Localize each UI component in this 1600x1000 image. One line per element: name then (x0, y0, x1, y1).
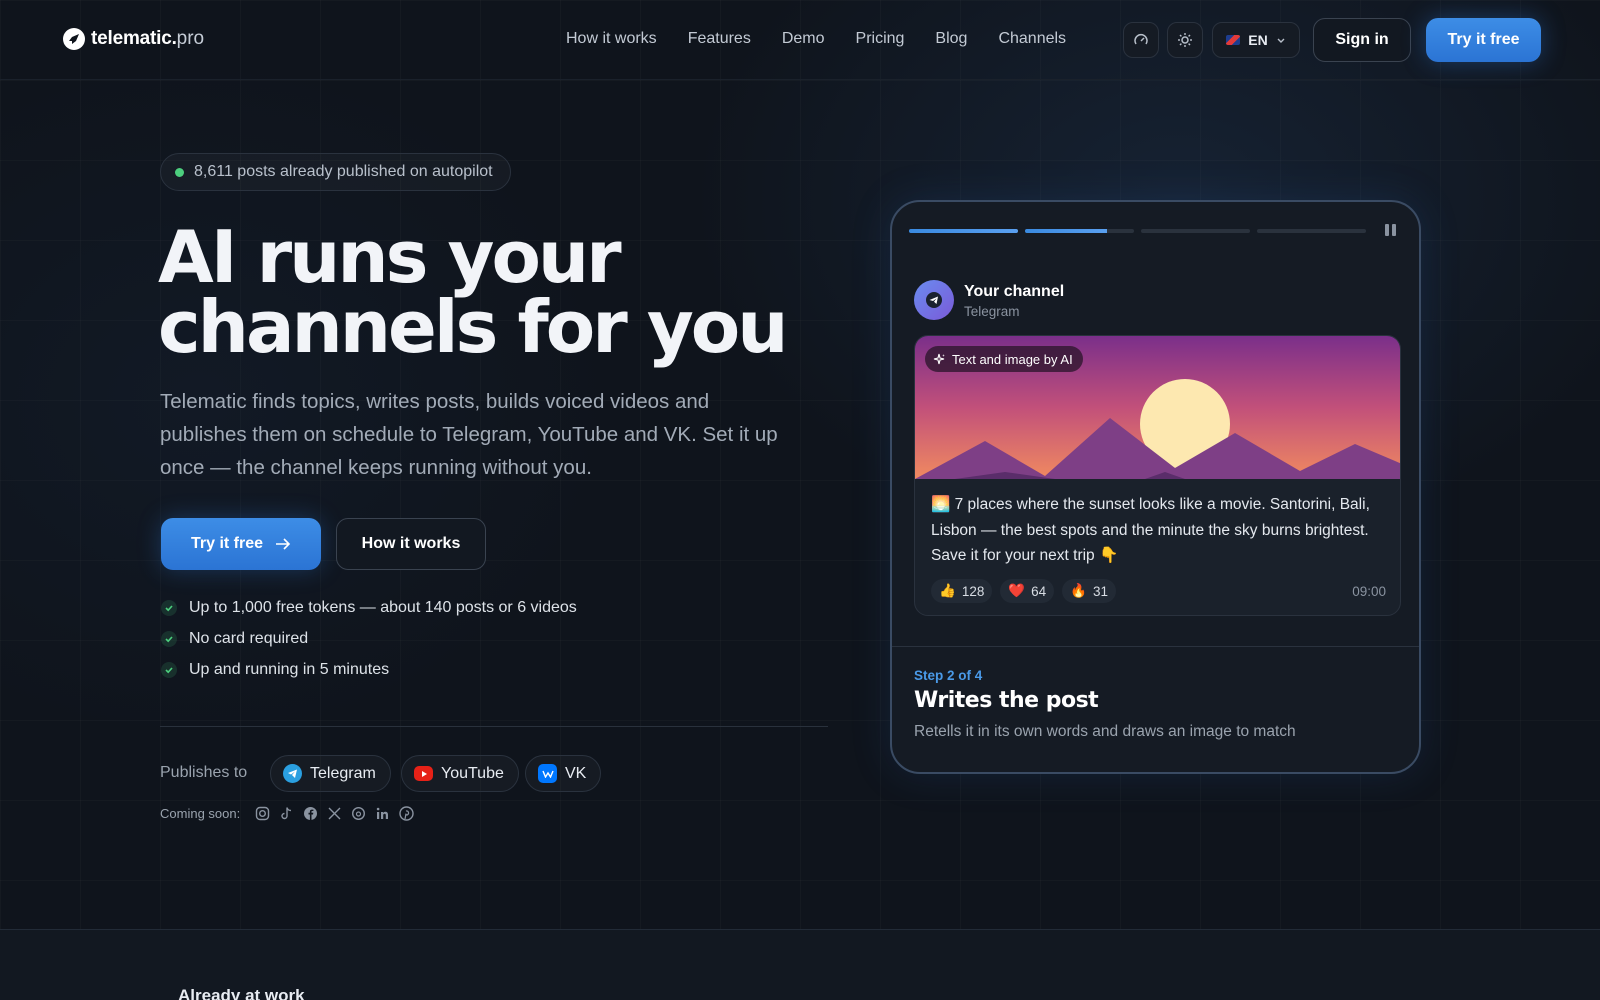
threads-icon (350, 805, 367, 822)
sign-in-button[interactable]: Sign in (1313, 18, 1411, 62)
hero-subtitle: Telematic finds topics, writes posts, bu… (160, 390, 778, 479)
channel-vk-label: VK (565, 764, 587, 782)
reaction-count: 128 (961, 583, 985, 599)
menu-demo[interactable]: Demo (782, 30, 825, 48)
main-menu: How it works Features Demo Pricing Blog … (566, 30, 1066, 48)
channel-platform: Telegram (964, 304, 1020, 319)
hero-title-line2: channels for you (158, 285, 788, 369)
step-divider (892, 646, 1419, 647)
language-select[interactable]: EN (1212, 22, 1300, 58)
benefit-text: Up and running in 5 minutes (189, 660, 390, 678)
try-free-button[interactable]: Try it free (161, 518, 321, 570)
channel-vk[interactable]: VK (525, 755, 602, 792)
top-nav: telematic. pro How it works Features Demo… (0, 0, 1600, 80)
reaction-heart[interactable]: ❤️ 64 (1000, 579, 1055, 603)
step-label: Step 2 of 4 (914, 668, 983, 683)
sparkle-icon (933, 353, 945, 364)
channel-youtube[interactable]: YouTube (401, 755, 519, 792)
benefit-item: No card required (161, 629, 577, 648)
arrow-right-icon (276, 538, 291, 550)
live-dot-icon (175, 167, 184, 177)
vk-icon (538, 764, 557, 783)
channel-avatar (914, 280, 954, 320)
benefits-list: Up to 1,000 free tokens — about 140 post… (161, 598, 577, 679)
progress-fill (1025, 229, 1107, 233)
menu-how-it-works[interactable]: How it works (566, 30, 657, 48)
progress-segment (1025, 229, 1134, 233)
publishes-to-label: Publishes to (160, 764, 248, 781)
coming-soon-icons (254, 805, 415, 822)
facebook-icon (302, 805, 319, 822)
ai-badge-label: Text and image by AI (952, 351, 1073, 367)
tiktok-icon (278, 805, 295, 822)
try-free-nav-button[interactable]: Try it free (1426, 18, 1541, 62)
channel-telegram-label: Telegram (310, 764, 376, 782)
step-description: Retells it in its own words and draws an… (914, 723, 1296, 740)
reaction-count: 64 (1031, 583, 1047, 599)
progress-fill (909, 229, 1018, 233)
check-icon (161, 661, 177, 678)
demo-card: Your channel Telegram Text and image by … (890, 200, 1421, 774)
post-time: 09:00 (1352, 584, 1386, 599)
chevron-down-icon (1277, 38, 1285, 43)
channel-name: Your channel (964, 283, 1065, 300)
reaction-emoji: 🔥 (1070, 583, 1087, 598)
sun-icon (1178, 33, 1192, 47)
progress-segment (1141, 229, 1250, 233)
check-icon (161, 630, 177, 647)
theme-toggle[interactable] (1167, 22, 1203, 58)
language-value: EN (1248, 32, 1268, 48)
pinterest-icon (398, 805, 415, 822)
progress-segment (909, 229, 1018, 233)
how-it-works-button[interactable]: How it works (336, 518, 486, 570)
youtube-icon (414, 766, 433, 781)
step-title: Writes the post (914, 688, 1099, 713)
reaction-emoji: ❤️ (1008, 583, 1026, 598)
posts-counter-text: 8,611 posts already published on autopil… (194, 163, 493, 180)
check-icon (161, 599, 177, 616)
logo[interactable]: telematic. pro (63, 28, 204, 50)
logo-rocket-icon (63, 28, 85, 50)
reactions: 👍 128 ❤️ 64 🔥 31 (931, 579, 1117, 603)
try-free-label: Try it free (190, 535, 264, 552)
channel-youtube-label: YouTube (441, 764, 504, 782)
menu-blog[interactable]: Blog (935, 30, 967, 48)
benefit-item: Up to 1,000 free tokens — about 140 post… (161, 598, 577, 617)
hero-title: AI runs your channels for you (158, 221, 858, 363)
reaction-fire[interactable]: 🔥 31 (1062, 579, 1117, 603)
benefit-text: No card required (189, 629, 309, 647)
uk-flag-icon (1226, 35, 1241, 45)
reaction-emoji: 👍 (939, 583, 956, 598)
pause-icon[interactable] (1385, 224, 1396, 236)
benefit-text: Up to 1,000 free tokens — about 140 post… (189, 598, 577, 616)
speed-button[interactable] (1123, 22, 1159, 58)
reaction-count: 31 (1093, 583, 1109, 599)
x-icon (326, 805, 343, 822)
benefit-item: Up and running in 5 minutes (161, 660, 577, 679)
story-progress (909, 229, 1366, 233)
linkedin-icon (374, 805, 391, 822)
menu-channels[interactable]: Channels (998, 30, 1066, 48)
post-text: 🌅 7 places where the sunset looks like a… (931, 496, 1370, 564)
menu-features[interactable]: Features (688, 30, 751, 48)
instagram-icon (254, 805, 271, 822)
post-preview: Text and image by AI 🌅 7 places where th… (914, 335, 1401, 616)
channel-telegram[interactable]: Telegram (270, 755, 391, 792)
divider (160, 726, 828, 727)
reaction-like[interactable]: 👍 128 (931, 579, 993, 603)
coming-soon-label: Coming soon: (160, 806, 241, 821)
progress-segment (1257, 229, 1366, 233)
ai-badge: Text and image by AI (925, 346, 1083, 372)
telegram-icon (283, 764, 302, 783)
telegram-icon (926, 292, 942, 308)
logo-name: telematic. (91, 28, 177, 49)
gauge-icon (1134, 34, 1148, 45)
posts-counter-pill: 8,611 posts already published on autopil… (160, 153, 511, 191)
logo-tld: pro (176, 28, 205, 49)
already-at-work-heading: Already at work (178, 986, 305, 1000)
menu-pricing[interactable]: Pricing (856, 30, 905, 48)
